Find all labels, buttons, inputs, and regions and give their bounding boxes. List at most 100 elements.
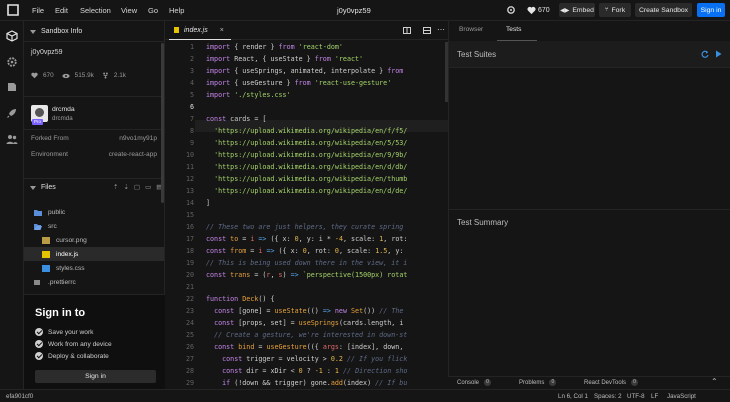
file-name: index.js [56,250,79,258]
refresh-icon[interactable] [701,50,709,58]
preview-pane: Browser Tests Test Suites Test Summary [448,21,730,389]
fork-icon [103,72,108,79]
css-file-icon [42,264,50,272]
divider [24,41,164,42]
fork-button[interactable]: ⑂ Fork [599,3,631,17]
file-row-index-js[interactable]: index.js [24,247,164,261]
benefit-any-device: Work from any device [35,340,112,348]
sign-in-panel-button[interactable]: Sign in [35,370,156,383]
test-suites-title: Test Suites [457,50,497,59]
menu-go[interactable]: Go [148,6,158,15]
split-view-icon[interactable] [403,27,411,34]
line-ending[interactable]: LF [651,393,658,400]
menu-selection[interactable]: Selection [80,6,111,15]
file-row-public[interactable]: public [24,205,164,219]
cursor-position[interactable]: Ln 6, Col 1 [558,393,588,400]
more-options-icon[interactable]: ⋯ [437,25,445,34]
file-actions: ⇡ ⇣ ▢ ▭ ▤ [113,183,162,191]
activity-bar [0,21,24,389]
file-row-cursor-png[interactable]: cursor.png [24,233,164,247]
file-name: public [48,208,66,216]
count-badge: 0 [484,379,492,386]
new-file-icon[interactable]: ▢ [134,183,140,191]
environment-label: Environment [31,151,69,158]
benefit-label: Deploy & collaborate [48,352,109,360]
forks-stat: 2.1k [113,72,126,79]
language-mode[interactable]: JavaScript [667,393,696,400]
forked-from-link[interactable]: n9vo1my91p [87,135,157,142]
devtab-label: Problems [519,379,545,386]
close-icon[interactable]: × [220,27,224,34]
devtools-tab-bar: Console 0 Problems 0 React DevTools 0 ⌃ [448,376,730,389]
embed-icon: ◀▶ [560,7,570,14]
download-icon[interactable]: ⇣ [123,183,128,191]
views-stat: 515.9k [74,72,94,79]
chevron-down-icon [30,29,36,34]
preview-layout-icon[interactable] [423,27,431,34]
menu-help[interactable]: Help [169,6,184,15]
sandbox-title: j0y0vpz59 [31,49,63,56]
folder-open-icon [34,223,42,230]
team-icon[interactable] [6,133,18,145]
gear-icon[interactable] [6,56,18,68]
file-name: cursor.png [56,236,87,244]
menu-view[interactable]: View [121,6,137,15]
play-icon[interactable] [715,50,722,58]
devtab-console[interactable]: Console 0 [457,379,492,386]
menu-file[interactable]: File [32,6,44,15]
file-row-styles-css[interactable]: styles.css [24,261,164,275]
forked-from-label: Forked From [31,135,69,142]
indentation[interactable]: Spaces: 2 [594,393,622,400]
sign-in-panel: Sign in to Save your work Work from any … [24,294,165,389]
rocket-icon[interactable] [6,107,18,119]
menu-edit[interactable]: Edit [55,6,68,15]
sign-in-button[interactable]: Sign in [697,3,725,17]
js-file-icon [174,27,179,33]
files-header[interactable]: Files [30,184,56,191]
deploy-icon[interactable] [6,81,18,93]
fork-label: Fork [611,6,626,14]
sandbox-info-header[interactable]: Sandbox Info [30,28,82,35]
chevron-up-icon[interactable]: ⌃ [711,377,718,386]
sidebar-scrollbar[interactable] [161,43,164,203]
code-editor: index.js × ⋯ 1 2 3 4 5 6 7 8 9 10 11 12 13 14 15 16 17 18… [165,21,448,389]
tab-tests[interactable]: Tests [506,26,521,33]
sandbox-info-title: Sandbox Info [41,28,83,35]
file-name: src [48,222,57,230]
cube-icon[interactable] [6,30,18,42]
heart-icon[interactable] [527,6,536,15]
devtab-problems[interactable]: Problems 0 [519,379,557,386]
tab-browser[interactable]: Browser [459,26,483,33]
likes-count: 670 [538,6,550,14]
folder-icon [34,209,42,216]
test-summary-title: Test Summary [457,218,509,227]
gear-icon[interactable] [506,5,516,15]
tab-index-js[interactable]: index.js × [169,21,231,40]
devtab-label: React DevTools [584,379,627,386]
benefit-deploy: Deploy & collaborate [35,352,109,360]
files-title: Files [41,184,56,191]
sandbox-name[interactable]: j0y0vpz59 [337,6,371,15]
file-row-prettierrc[interactable]: .prettierrc [24,275,164,289]
divider [24,96,164,97]
encoding[interactable]: UTF-8 [627,393,645,400]
devtab-label: Console [457,379,480,386]
upload-icon[interactable]: ⇡ [113,183,118,191]
avatar[interactable]: Pro [31,105,48,125]
commit-hash[interactable]: efa901cf0 [6,393,33,400]
tab-label: index.js [184,26,208,34]
divider [449,209,730,210]
chevron-down-icon [30,185,36,190]
codesandbox-logo-icon[interactable] [7,4,19,16]
new-folder-icon[interactable]: ▭ [145,183,151,191]
image-file-icon [42,236,50,244]
devtab-react-devtools[interactable]: React DevTools 0 [584,379,639,386]
embed-button[interactable]: ◀▶ Embed [559,3,595,17]
test-suites-header: Test Suites [449,41,730,68]
author-name[interactable]: drcmda [52,106,75,113]
embed-label: Embed [572,6,594,14]
check-icon [35,340,43,348]
file-row-src[interactable]: src [24,219,164,233]
create-sandbox-button[interactable]: Create Sandbox [635,3,692,17]
benefit-label: Save your work [48,328,94,336]
